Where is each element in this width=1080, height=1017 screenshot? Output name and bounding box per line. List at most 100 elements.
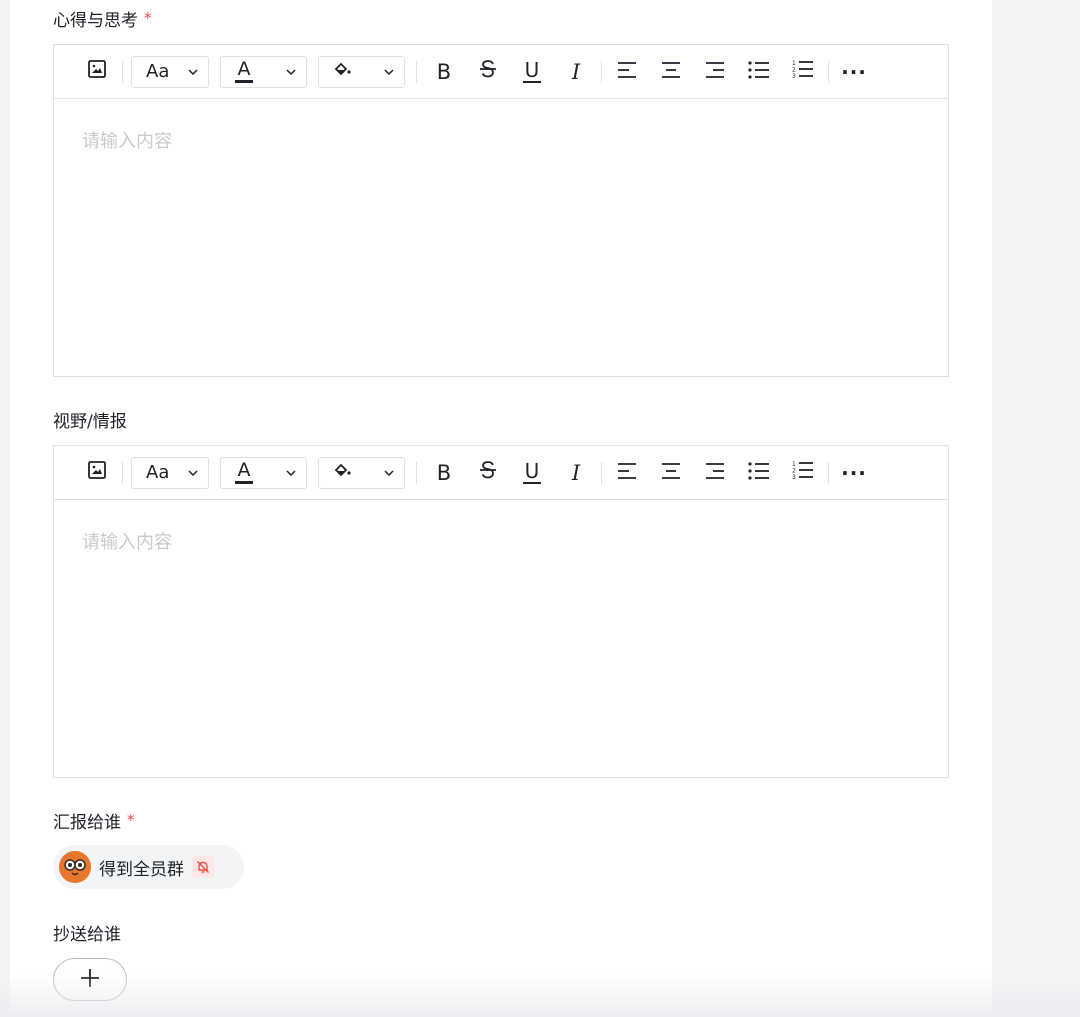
plus-icon xyxy=(80,968,100,992)
more-icon: ··· xyxy=(841,59,867,84)
right-gutter xyxy=(992,0,1080,1017)
italic-button[interactable]: I xyxy=(559,456,593,490)
font-color-letter: A xyxy=(237,58,251,80)
chevron-down-icon xyxy=(384,65,394,78)
editor-placeholder: 请输入内容 xyxy=(82,532,172,553)
more-options-button[interactable]: ··· xyxy=(837,456,871,490)
field-label-report-to: 汇报给谁 * xyxy=(53,808,135,833)
field-label-vision: 视野/情报 xyxy=(53,407,127,432)
editor-content-area[interactable]: 请输入内容 xyxy=(54,500,948,554)
field-label-text: 汇报给谁 xyxy=(53,812,121,833)
strikethrough-icon xyxy=(479,460,497,485)
toolbar-divider xyxy=(122,60,123,83)
font-color-dropdown[interactable]: A xyxy=(220,55,307,88)
font-color-icon: A xyxy=(235,60,253,83)
field-label-text: 视野/情报 xyxy=(53,411,127,432)
fill-color-dropdown[interactable] xyxy=(318,55,405,88)
italic-icon: I xyxy=(571,59,581,84)
toolbar-divider xyxy=(122,461,123,484)
strikethrough-button[interactable] xyxy=(471,456,505,490)
field-label-cc-to: 抄送给谁 xyxy=(53,920,121,945)
font-size-icon: Aa xyxy=(146,61,170,82)
toolbar-divider xyxy=(416,60,417,83)
image-icon xyxy=(87,460,107,485)
bullet-list-button[interactable] xyxy=(742,55,776,89)
underline-icon: U xyxy=(523,60,541,83)
bullet-list-icon xyxy=(748,60,770,84)
bold-button[interactable]: B xyxy=(427,55,461,89)
add-cc-button[interactable] xyxy=(53,958,127,1001)
fill-color-dropdown[interactable] xyxy=(318,456,405,489)
recipient-chip[interactable]: 得到全员群 xyxy=(53,845,244,889)
underline-letter: U xyxy=(524,459,540,483)
insert-image-button[interactable] xyxy=(80,55,114,89)
underline-icon: U xyxy=(523,461,541,484)
field-label-text: 心得与思考 xyxy=(53,10,138,31)
align-center-button[interactable] xyxy=(654,55,688,89)
bold-button[interactable]: B xyxy=(427,456,461,490)
bold-icon: B xyxy=(436,59,452,84)
toolbar-divider xyxy=(601,60,602,83)
avatar xyxy=(59,851,91,883)
align-right-button[interactable] xyxy=(698,456,732,490)
align-center-icon xyxy=(661,461,681,485)
font-size-dropdown[interactable]: Aa xyxy=(131,55,209,88)
underline-letter: U xyxy=(524,58,540,82)
align-left-icon xyxy=(617,60,637,84)
svg-text:3: 3 xyxy=(792,73,796,79)
recipient-name: 得到全员群 xyxy=(99,859,184,880)
underline-button[interactable]: U xyxy=(515,456,549,490)
italic-button[interactable]: I xyxy=(559,55,593,89)
bold-icon: B xyxy=(436,460,452,485)
align-center-button[interactable] xyxy=(654,456,688,490)
font-size-icon: Aa xyxy=(146,462,170,483)
numbered-list-icon: 123 xyxy=(792,460,814,485)
image-icon xyxy=(87,59,107,84)
toolbar-divider xyxy=(416,461,417,484)
editor-placeholder: 请输入内容 xyxy=(82,131,172,152)
underline-button[interactable]: U xyxy=(515,55,549,89)
chevron-down-icon xyxy=(286,65,296,78)
chevron-down-icon xyxy=(188,65,198,78)
chevron-down-icon xyxy=(188,466,198,479)
rich-text-editor-vision: Aa A B U I 1 2 3 ··· 请输入内容 xyxy=(53,445,949,778)
mute-icon xyxy=(192,856,214,878)
align-left-button[interactable] xyxy=(610,456,644,490)
strikethrough-button[interactable] xyxy=(471,55,505,89)
toolbar-divider xyxy=(828,60,829,83)
required-mark: * xyxy=(127,811,135,829)
align-left-button[interactable] xyxy=(610,55,644,89)
editor-toolbar: Aa A B U I 1 2 3 ··· xyxy=(54,45,948,99)
font-color-letter: A xyxy=(237,459,251,481)
toolbar-divider xyxy=(601,461,602,484)
numbered-list-button[interactable]: 123 xyxy=(786,55,820,89)
align-right-icon xyxy=(705,60,725,84)
strikethrough-icon xyxy=(479,59,497,84)
fill-color-icon xyxy=(333,61,353,83)
chevron-down-icon xyxy=(384,466,394,479)
italic-icon: I xyxy=(571,460,581,485)
numbered-list-button[interactable]: 123 xyxy=(786,456,820,490)
field-label-reflection: 心得与思考 * xyxy=(53,6,152,31)
chevron-down-icon xyxy=(286,466,296,479)
font-color-dropdown[interactable]: A xyxy=(220,456,307,489)
bullet-list-icon xyxy=(748,461,770,485)
editor-content-area[interactable]: 请输入内容 xyxy=(54,99,948,153)
rich-text-editor-reflection: Aa A B U I 1 2 3 ··· 请输入内容 xyxy=(53,44,949,377)
align-right-button[interactable] xyxy=(698,55,732,89)
required-mark: * xyxy=(144,9,152,27)
more-options-button[interactable]: ··· xyxy=(837,55,871,89)
font-size-dropdown[interactable]: Aa xyxy=(131,456,209,489)
align-left-icon xyxy=(617,461,637,485)
insert-image-button[interactable] xyxy=(80,456,114,490)
numbered-list-icon: 123 xyxy=(792,59,814,84)
more-icon: ··· xyxy=(841,460,867,485)
field-label-text: 抄送给谁 xyxy=(53,924,121,945)
align-center-icon xyxy=(661,60,681,84)
bullet-list-button[interactable] xyxy=(742,456,776,490)
editor-toolbar: Aa A B U I 1 2 3 ··· xyxy=(54,446,948,500)
font-color-icon: A xyxy=(235,461,253,484)
svg-text:3: 3 xyxy=(792,474,796,480)
toolbar-divider xyxy=(828,461,829,484)
align-right-icon xyxy=(705,461,725,485)
